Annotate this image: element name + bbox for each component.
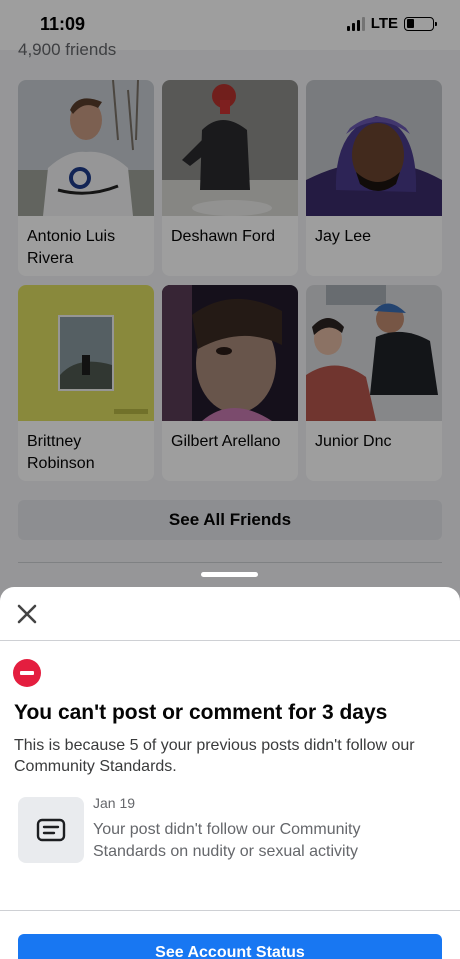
sheet-footer-divider <box>0 910 460 911</box>
stop-icon <box>13 659 41 687</box>
close-icon[interactable] <box>14 601 40 627</box>
restriction-description: This is because 5 of your previous posts… <box>14 737 415 775</box>
notice-document-icon <box>18 797 84 863</box>
notice-date: Jan 19 <box>93 795 136 811</box>
restriction-bottom-sheet: You can't post or comment for 3 days Thi… <box>0 587 460 959</box>
notice-text: Your post didn't follow our Community St… <box>93 821 361 860</box>
restriction-title: You can't post or comment for 3 days <box>14 701 388 724</box>
sheet-drag-handle[interactable] <box>201 572 258 577</box>
sheet-header-divider <box>0 640 460 641</box>
see-account-status-button[interactable]: See Account Status <box>18 934 442 959</box>
